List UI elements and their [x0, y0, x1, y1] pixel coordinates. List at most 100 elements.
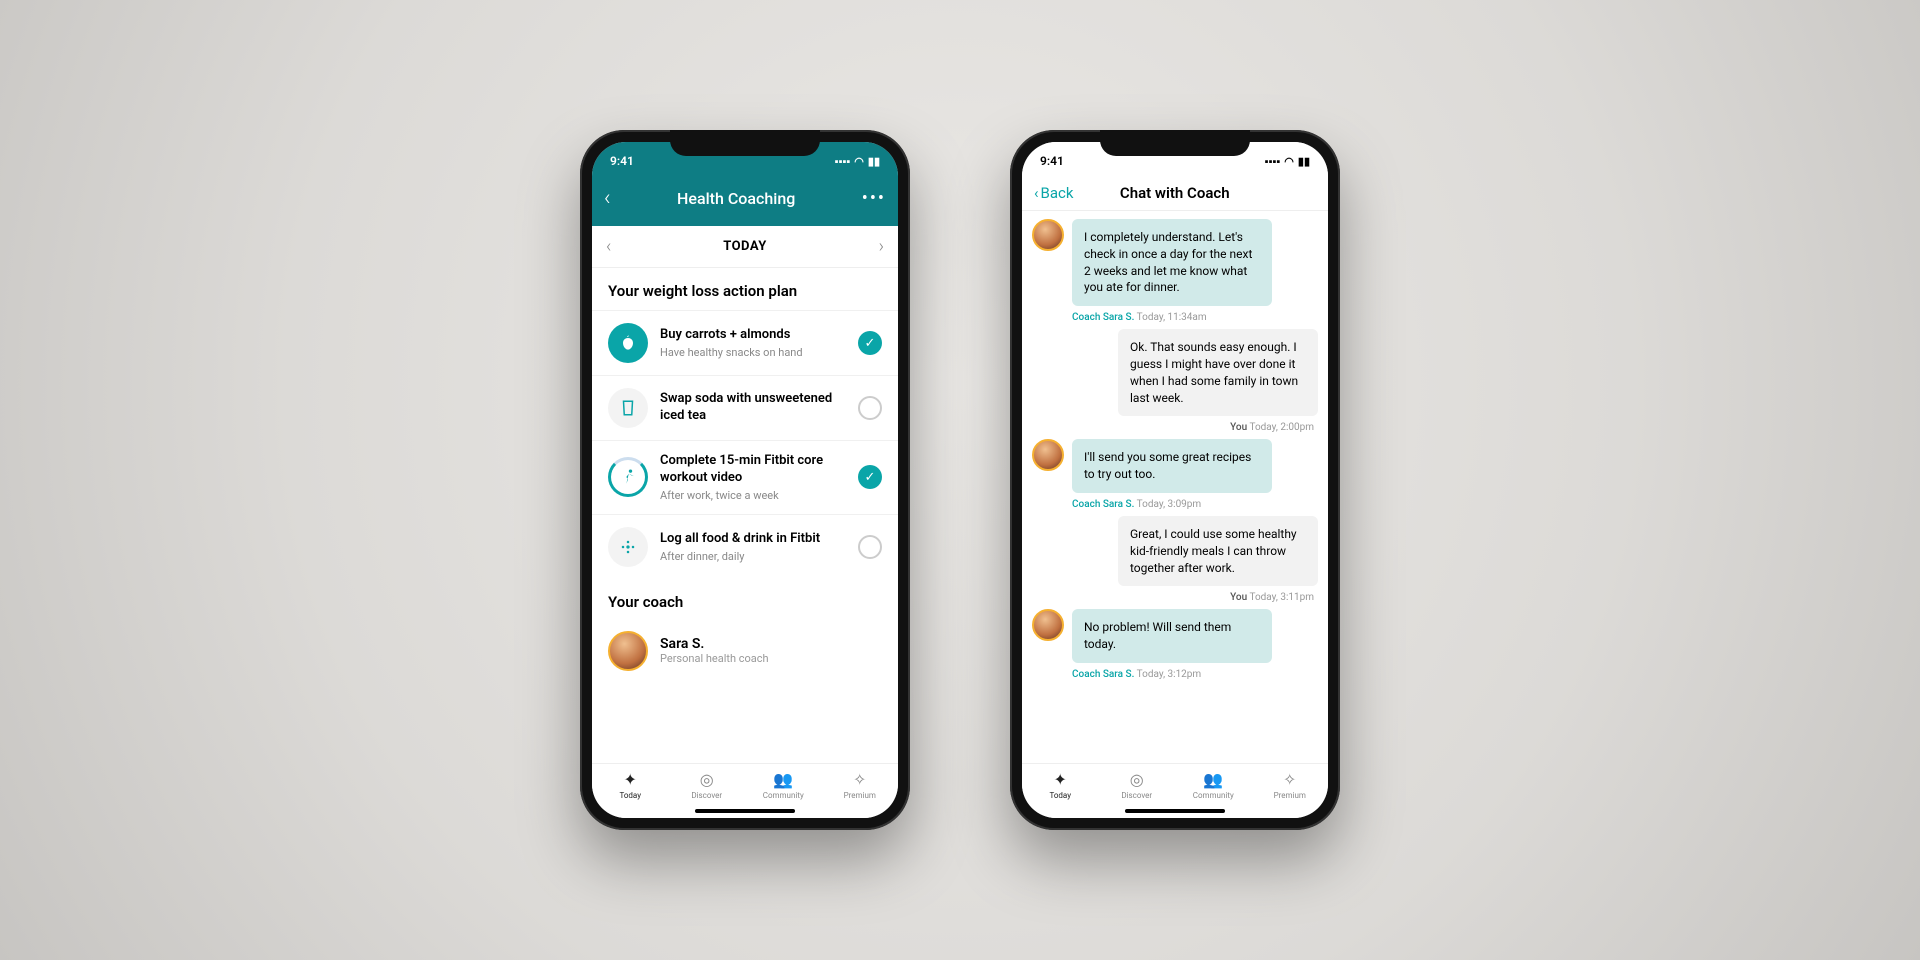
message-row: No problem! Will send them today.	[1032, 609, 1318, 663]
tab-discover[interactable]: ◎ Discover	[1099, 770, 1176, 800]
tab-label: Today	[619, 791, 641, 800]
task-subtitle: Have healthy snacks on hand	[660, 346, 846, 359]
next-day-button[interactable]: ›	[879, 236, 884, 257]
discover-icon: ◎	[1130, 770, 1144, 789]
coach-avatar	[1032, 439, 1064, 471]
coach-avatar	[608, 631, 648, 671]
back-button[interactable]: ‹	[604, 186, 611, 211]
tab-label: Premium	[1274, 791, 1306, 800]
sender-name: Coach Sara S.	[1072, 499, 1134, 510]
tab-label: Premium	[844, 791, 876, 800]
task-item[interactable]: Log all food & drink in Fitbit After din…	[592, 514, 898, 579]
coach-role: Personal health coach	[660, 652, 769, 665]
battery-icon: ▮▮	[1298, 155, 1310, 168]
task-title: Log all food & drink in Fitbit	[660, 531, 846, 548]
header: ‹ Back Chat with Coach	[1022, 180, 1328, 211]
premium-icon: ✧	[853, 770, 866, 789]
message-bubble: Great, I could use some healthy kid-frie…	[1118, 516, 1318, 586]
task-title: Buy carrots + almonds	[660, 327, 846, 344]
fitbit-icon	[608, 527, 648, 567]
message-bubble: I completely understand. Let's check in …	[1072, 219, 1272, 306]
message-time: Today, 3:11pm	[1249, 592, 1314, 603]
task-subtitle: After dinner, daily	[660, 550, 846, 563]
wifi-icon: ◠	[1284, 155, 1294, 168]
premium-icon: ✧	[1283, 770, 1296, 789]
prev-day-button[interactable]: ‹	[606, 236, 611, 257]
message-time: Today, 3:12pm	[1137, 669, 1202, 680]
run-icon	[608, 457, 648, 497]
checkbox-empty[interactable]	[858, 535, 882, 559]
tab-label: Discover	[1121, 791, 1152, 800]
message-row: I'll send you some great recipes to try …	[1032, 439, 1318, 493]
battery-icon: ▮▮	[868, 155, 880, 168]
message-row: I completely understand. Let's check in …	[1032, 219, 1318, 306]
tab-bar: ✦ Today ◎ Discover 👥 Community ✧ Premium	[1022, 763, 1328, 804]
message-meta: Coach Sara S. Today, 3:12pm	[1032, 669, 1318, 680]
phone-left: 9:41 ▪▪▪▪ ◠ ▮▮ ‹ Health Coaching ••• ‹ T…	[580, 130, 910, 830]
community-icon: 👥	[773, 770, 793, 789]
header: ‹ Health Coaching •••	[592, 180, 898, 226]
content: Your weight loss action plan Buy carrots…	[592, 268, 898, 763]
message-time: Today, 2:00pm	[1249, 422, 1314, 433]
tab-label: Today	[1049, 791, 1071, 800]
task-item[interactable]: Buy carrots + almonds Have healthy snack…	[592, 310, 898, 375]
sender-name: Coach Sara S.	[1072, 669, 1134, 680]
message-bubble: No problem! Will send them today.	[1072, 609, 1272, 663]
tab-today[interactable]: ✦ Today	[592, 770, 669, 800]
section-plan-title: Your weight loss action plan	[592, 268, 898, 310]
screen-right: 9:41 ▪▪▪▪ ◠ ▮▮ ‹ Back Chat with Coach I …	[1022, 142, 1328, 818]
coach-row[interactable]: Sara S. Personal health coach	[592, 621, 898, 681]
more-button[interactable]: •••	[862, 188, 886, 209]
status-icons: ▪▪▪▪ ◠ ▮▮	[835, 155, 880, 168]
task-item[interactable]: Complete 15-min Fitbit core workout vide…	[592, 440, 898, 514]
message-row: Ok. That sounds easy enough. I guess I m…	[1032, 329, 1318, 416]
tab-premium[interactable]: ✧ Premium	[822, 770, 899, 800]
home-indicator[interactable]	[1022, 804, 1328, 818]
discover-icon: ◎	[700, 770, 714, 789]
task-title: Complete 15-min Fitbit core workout vide…	[660, 453, 846, 487]
message-time: Today, 11:34am	[1137, 312, 1207, 323]
checkmark-icon[interactable]: ✓	[858, 465, 882, 489]
message-meta: You Today, 3:11pm	[1032, 592, 1318, 603]
drink-icon	[608, 388, 648, 428]
checkbox-empty[interactable]	[858, 396, 882, 420]
today-icon: ✦	[1054, 770, 1067, 789]
community-icon: 👥	[1203, 770, 1223, 789]
notch	[1100, 130, 1250, 156]
sender-name: Coach Sara S.	[1072, 312, 1134, 323]
day-label: TODAY	[723, 239, 767, 254]
tab-community[interactable]: 👥 Community	[1175, 770, 1252, 800]
coach-name: Sara S.	[660, 636, 769, 652]
sender-name: You	[1230, 422, 1247, 433]
message-meta: Coach Sara S. Today, 11:34am	[1032, 312, 1318, 323]
message-meta: You Today, 2:00pm	[1032, 422, 1318, 433]
checkmark-icon[interactable]: ✓	[858, 331, 882, 355]
message-meta: Coach Sara S. Today, 3:09pm	[1032, 499, 1318, 510]
tab-premium[interactable]: ✧ Premium	[1252, 770, 1329, 800]
tab-today[interactable]: ✦ Today	[1022, 770, 1099, 800]
today-icon: ✦	[624, 770, 637, 789]
signal-icon: ▪▪▪▪	[835, 155, 851, 168]
tab-bar: ✦ Today ◎ Discover 👥 Community ✧ Premium	[592, 763, 898, 804]
status-time: 9:41	[610, 154, 634, 168]
chat-thread[interactable]: I completely understand. Let's check in …	[1022, 211, 1328, 763]
page-title: Chat with Coach	[1033, 184, 1316, 202]
task-subtitle: After work, twice a week	[660, 489, 846, 502]
message-bubble: Ok. That sounds easy enough. I guess I m…	[1118, 329, 1318, 416]
tab-community[interactable]: 👥 Community	[745, 770, 822, 800]
message-row: Great, I could use some healthy kid-frie…	[1032, 516, 1318, 586]
tab-label: Discover	[691, 791, 722, 800]
tab-discover[interactable]: ◎ Discover	[669, 770, 746, 800]
message-bubble: I'll send you some great recipes to try …	[1072, 439, 1272, 493]
message-time: Today, 3:09pm	[1137, 499, 1202, 510]
wifi-icon: ◠	[854, 155, 864, 168]
home-indicator[interactable]	[592, 804, 898, 818]
coach-avatar	[1032, 219, 1064, 251]
section-coach-title: Your coach	[592, 579, 898, 621]
task-item[interactable]: Swap soda with unsweetened iced tea	[592, 375, 898, 440]
task-title: Swap soda with unsweetened iced tea	[660, 391, 846, 425]
status-icons: ▪▪▪▪ ◠ ▮▮	[1265, 155, 1310, 168]
sender-name: You	[1230, 592, 1247, 603]
day-selector: ‹ TODAY ›	[592, 226, 898, 268]
status-time: 9:41	[1040, 154, 1064, 168]
